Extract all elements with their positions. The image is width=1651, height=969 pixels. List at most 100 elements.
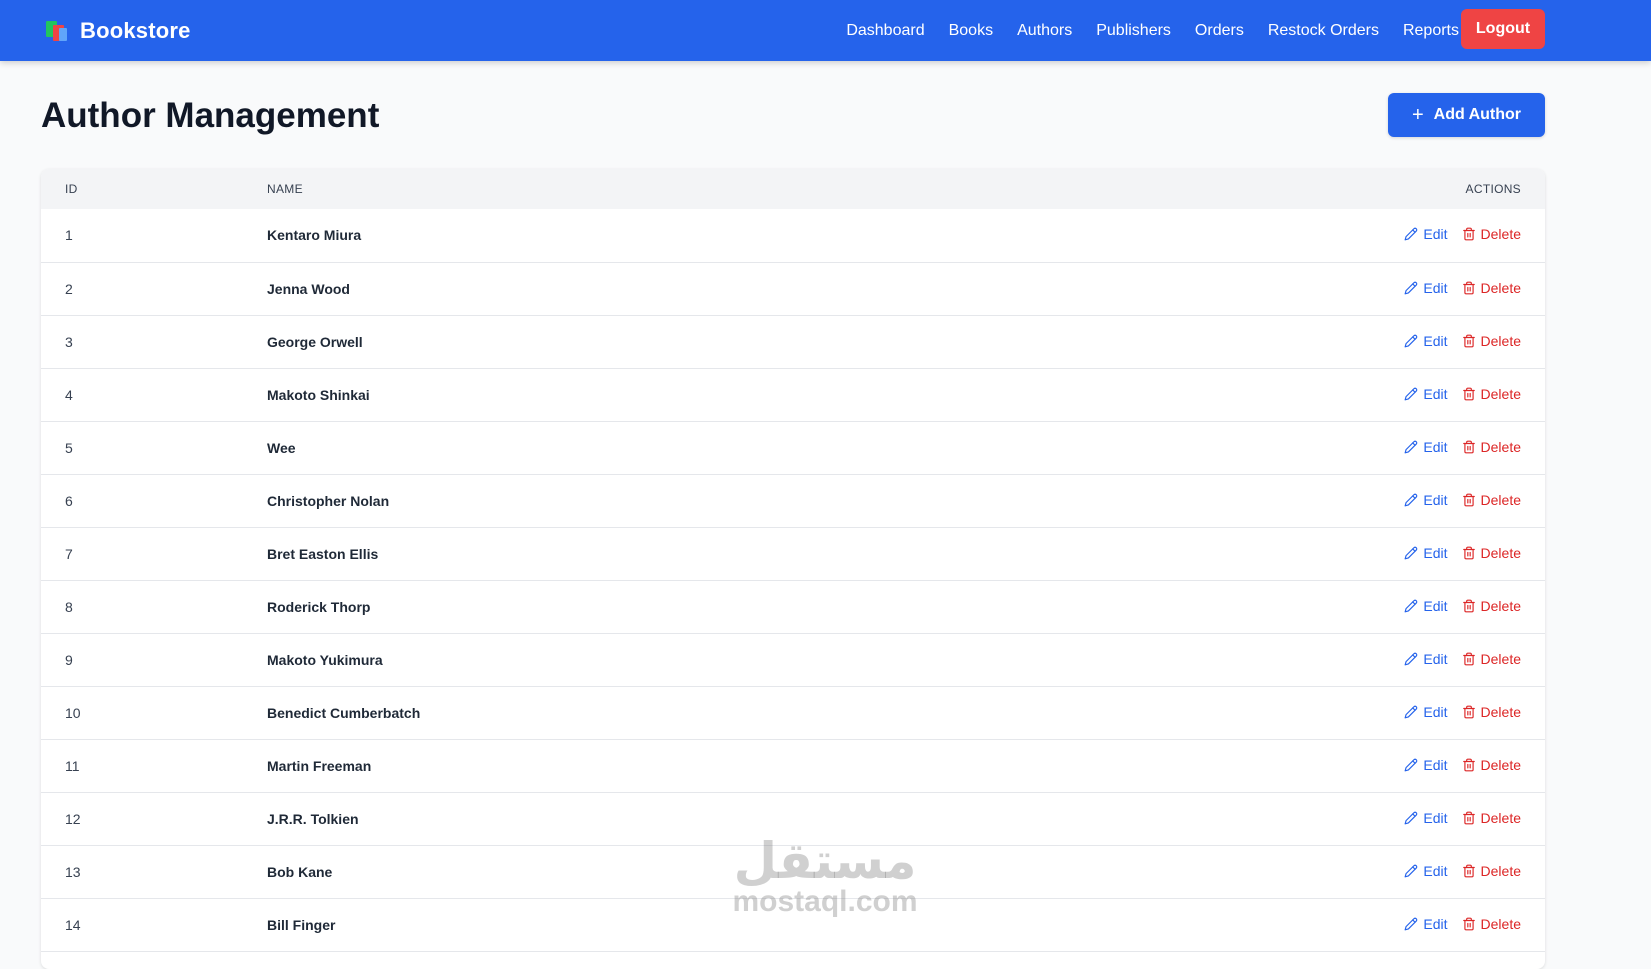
delete-label: Delete bbox=[1480, 809, 1521, 826]
delete-button[interactable]: Delete bbox=[1462, 545, 1521, 561]
table-row: 9 Makoto Yukimura Edit Delete bbox=[41, 633, 1545, 686]
trash-icon bbox=[1462, 387, 1476, 401]
nav-link-authors[interactable]: Authors bbox=[1017, 22, 1072, 40]
row-actions: Edit Delete bbox=[934, 209, 1545, 262]
pencil-icon bbox=[1404, 440, 1418, 454]
row-actions: Edit Delete bbox=[934, 739, 1545, 792]
trash-icon bbox=[1462, 334, 1476, 348]
delete-label: Delete bbox=[1480, 226, 1521, 243]
delete-button[interactable]: Delete bbox=[1462, 810, 1521, 826]
nav-links: Dashboard Books Authors Publishers Order… bbox=[846, 0, 1459, 61]
author-name: Roderick Thorp bbox=[267, 598, 371, 615]
delete-button[interactable]: Delete bbox=[1462, 439, 1521, 455]
delete-label: Delete bbox=[1480, 650, 1521, 667]
delete-button[interactable]: Delete bbox=[1462, 651, 1521, 667]
table-row: 4 Makoto Shinkai Edit Delete bbox=[41, 368, 1545, 421]
table-row: 6 Christopher Nolan Edit Delete bbox=[41, 474, 1545, 527]
trash-icon bbox=[1462, 493, 1476, 507]
edit-label: Edit bbox=[1423, 332, 1448, 349]
table-row: 12 J.R.R. Tolkien Edit Delete bbox=[41, 792, 1545, 845]
pencil-icon bbox=[1404, 546, 1418, 560]
delete-button[interactable]: Delete bbox=[1462, 916, 1521, 932]
author-name: Makoto Shinkai bbox=[267, 386, 370, 403]
edit-button[interactable]: Edit bbox=[1404, 385, 1448, 402]
edit-label: Edit bbox=[1423, 544, 1448, 561]
edit-button[interactable]: Edit bbox=[1404, 226, 1448, 243]
edit-label: Edit bbox=[1423, 809, 1448, 826]
delete-label: Delete bbox=[1480, 597, 1521, 614]
plus-icon: + bbox=[1411, 104, 1424, 126]
author-id: 9 bbox=[65, 651, 73, 668]
nav-link-reports[interactable]: Reports bbox=[1403, 22, 1459, 40]
author-name: Bret Easton Ellis bbox=[267, 545, 379, 562]
edit-button[interactable]: Edit bbox=[1404, 544, 1448, 561]
row-actions: Edit Delete bbox=[934, 262, 1545, 315]
pencil-icon bbox=[1404, 864, 1418, 878]
author-name: Benedict Cumberbatch bbox=[267, 704, 421, 721]
delete-button[interactable]: Delete bbox=[1462, 863, 1521, 879]
author-id: 5 bbox=[65, 439, 73, 456]
edit-label: Edit bbox=[1423, 915, 1448, 932]
logout-button[interactable]: Logout bbox=[1461, 9, 1545, 49]
delete-button[interactable]: Delete bbox=[1462, 598, 1521, 614]
nav-link-restock-orders[interactable]: Restock Orders bbox=[1268, 22, 1379, 40]
edit-button[interactable]: Edit bbox=[1404, 280, 1448, 296]
row-actions: Edit Delete bbox=[934, 368, 1545, 421]
delete-button[interactable]: Delete bbox=[1462, 757, 1521, 773]
nav-link-books[interactable]: Books bbox=[949, 22, 993, 40]
add-author-button[interactable]: + Add Author bbox=[1388, 93, 1545, 137]
author-id: 10 bbox=[65, 704, 81, 721]
edit-label: Edit bbox=[1423, 226, 1448, 243]
header-name: Name bbox=[267, 182, 303, 196]
edit-button[interactable]: Edit bbox=[1404, 492, 1448, 508]
trash-icon bbox=[1462, 652, 1476, 666]
trash-icon bbox=[1462, 281, 1476, 295]
trash-icon bbox=[1462, 917, 1476, 931]
author-id: 2 bbox=[65, 280, 73, 297]
delete-button[interactable]: Delete bbox=[1462, 333, 1521, 349]
author-id: 4 bbox=[65, 386, 73, 403]
edit-button[interactable]: Edit bbox=[1404, 438, 1448, 455]
edit-label: Edit bbox=[1423, 862, 1448, 879]
edit-button[interactable]: Edit bbox=[1404, 598, 1448, 614]
edit-button[interactable]: Edit bbox=[1404, 862, 1448, 879]
table-row: 11 Martin Freeman Edit Delete bbox=[41, 739, 1545, 792]
row-actions: Edit Delete bbox=[934, 898, 1545, 951]
edit-button[interactable]: Edit bbox=[1404, 809, 1448, 826]
brand[interactable]: Bookstore bbox=[44, 17, 191, 45]
delete-label: Delete bbox=[1480, 915, 1521, 932]
pencil-icon bbox=[1404, 652, 1418, 666]
delete-label: Delete bbox=[1480, 862, 1521, 879]
row-actions: Edit Delete bbox=[934, 580, 1545, 633]
delete-button[interactable]: Delete bbox=[1462, 492, 1521, 508]
nav-link-dashboard[interactable]: Dashboard bbox=[846, 22, 924, 40]
top-navbar: Bookstore Dashboard Books Authors Publis… bbox=[0, 0, 1651, 61]
delete-button[interactable]: Delete bbox=[1462, 386, 1521, 402]
nav-link-publishers[interactable]: Publishers bbox=[1096, 22, 1171, 40]
edit-label: Edit bbox=[1423, 756, 1448, 773]
delete-button[interactable]: Delete bbox=[1462, 226, 1521, 242]
edit-label: Edit bbox=[1423, 438, 1448, 455]
edit-button[interactable]: Edit bbox=[1404, 756, 1448, 773]
trash-icon bbox=[1462, 546, 1476, 560]
delete-button[interactable]: Delete bbox=[1462, 704, 1521, 720]
author-id: 8 bbox=[65, 598, 73, 615]
table-row: 3 George Orwell Edit Delete bbox=[41, 315, 1545, 368]
edit-label: Edit bbox=[1423, 385, 1448, 402]
author-name: Makoto Yukimura bbox=[267, 651, 383, 668]
edit-button[interactable]: Edit bbox=[1404, 651, 1448, 667]
delete-button[interactable]: Delete bbox=[1462, 280, 1521, 296]
nav-link-orders[interactable]: Orders bbox=[1195, 22, 1244, 40]
author-id: 7 bbox=[65, 545, 73, 562]
delete-label: Delete bbox=[1480, 438, 1521, 455]
edit-button[interactable]: Edit bbox=[1404, 915, 1448, 932]
author-id: 12 bbox=[65, 810, 81, 827]
table-row: 8 Roderick Thorp Edit Delete bbox=[41, 580, 1545, 633]
edit-button[interactable]: Edit bbox=[1404, 704, 1448, 720]
edit-button[interactable]: Edit bbox=[1404, 332, 1448, 349]
author-name: Bob Kane bbox=[267, 863, 333, 880]
header-actions: Actions bbox=[1465, 182, 1521, 196]
table-row: 1 Kentaro Miura Edit Delete bbox=[41, 209, 1545, 262]
table-row: 13 Bob Kane Edit Delete bbox=[41, 845, 1545, 898]
delete-label: Delete bbox=[1480, 756, 1521, 773]
